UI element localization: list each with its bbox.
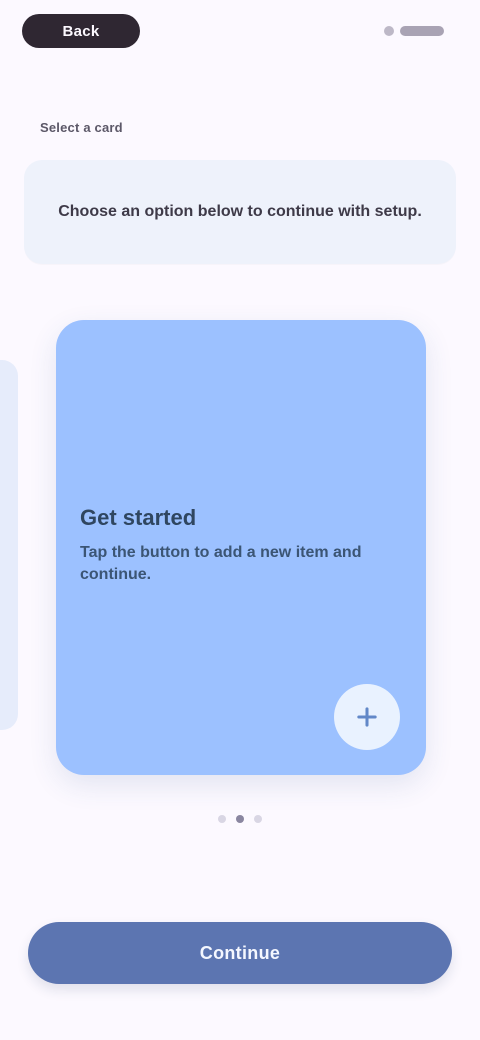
plus-icon [357,707,377,727]
status-dot-icon [384,26,394,36]
pager-dot-2[interactable] [236,815,244,823]
info-card: Choose an option below to continue with … [24,160,456,264]
add-button[interactable] [334,684,400,750]
top-bar: Back [0,0,480,70]
info-text: Choose an option below to continue with … [58,203,422,220]
status-cluster [354,22,450,40]
featured-card-title: Get started [80,505,197,530]
back-button[interactable]: Back [22,14,140,48]
pager-dot-1[interactable] [218,815,226,823]
section-label: Select a card [40,120,123,135]
pager-dot-3[interactable] [254,815,262,823]
continue-button[interactable]: Continue [28,922,452,984]
featured-card-description: Tap the button to add a new item and con… [80,544,362,583]
carousel-peek-left[interactable] [0,360,18,730]
pager [0,815,480,823]
status-bar-icon [400,26,444,36]
